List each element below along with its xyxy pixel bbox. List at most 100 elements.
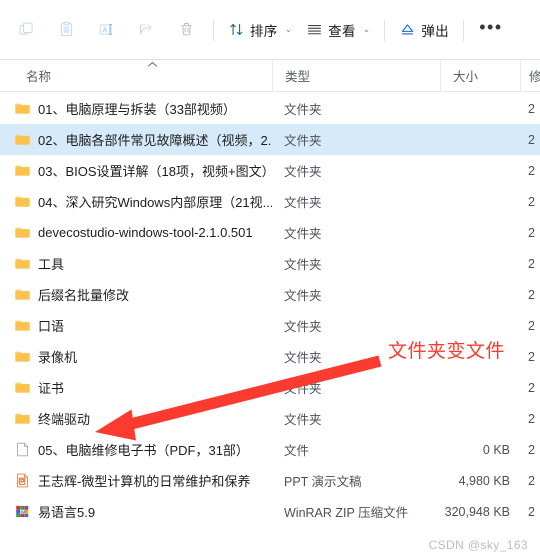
file-name-label: 04、深入研究Windows内部原理（21视... — [38, 195, 272, 210]
file-type-cell: PPT 演示文稿 — [284, 475, 362, 489]
folder-icon — [14, 100, 31, 117]
file-size-cell: 320,948 KB — [444, 504, 510, 519]
file-name-label: 王志辉-微型计算机的日常维护和保养 — [38, 474, 251, 489]
delete-button[interactable] — [166, 13, 206, 47]
chevron-down-icon: ⌄ — [284, 24, 293, 34]
table-row[interactable]: 后缀名批量修改 文件夹 2 — [0, 279, 540, 310]
ppt-icon — [14, 472, 31, 489]
file-name-cell[interactable]: 01、电脑原理与拆装（33部视频） — [0, 99, 272, 118]
file-name-label: 03、BIOS设置详解（18项，视频+图文） — [38, 164, 272, 179]
file-name-cell[interactable]: W 易语言5.9 — [0, 502, 272, 521]
file-icon — [14, 441, 31, 458]
file-date-cell: 2 — [528, 287, 535, 302]
copy-button[interactable] — [6, 13, 46, 47]
file-name-label: 口语 — [38, 319, 65, 334]
table-row[interactable]: W 易语言5.9 WinRAR ZIP 压缩文件 320,948 KB 2 — [0, 496, 540, 527]
file-type-cell: WinRAR ZIP 压缩文件 — [284, 506, 409, 520]
folder-icon — [14, 317, 31, 334]
rename-icon: A — [98, 21, 115, 38]
trash-icon — [178, 21, 195, 38]
table-row[interactable]: 04、深入研究Windows内部原理（21视... 文件夹 2 — [0, 186, 540, 217]
file-type-cell: 文件夹 — [284, 289, 322, 303]
file-name-cell[interactable]: 王志辉-微型计算机的日常维护和保养 — [0, 471, 272, 490]
file-name-label: 录像机 — [38, 350, 78, 365]
file-type-cell: 文件夹 — [284, 196, 322, 210]
file-explorer-window: A 排序 ⌄ 查看 ⌄ 弹出 ••• 名称 类型 大小 01、电脑原理与拆装（3… — [0, 0, 540, 558]
file-type-cell: 文件夹 — [284, 134, 322, 148]
table-row[interactable]: 01、电脑原理与拆装（33部视频） 文件夹 2 — [0, 93, 540, 124]
table-row[interactable]: 05、电脑维修电子书（PDF，31部） 文件 0 KB 2 — [0, 434, 540, 465]
column-header-size-label: 大小 — [453, 70, 479, 84]
paste-icon — [58, 21, 75, 38]
table-row[interactable]: 口语 文件夹 2 — [0, 310, 540, 341]
file-list[interactable]: 01、电脑原理与拆装（33部视频） 文件夹 2 02、电脑各部件常见故障概述（视频，2… — [0, 93, 540, 558]
file-name-cell[interactable]: devecostudio-windows-tool-2.1.0.501 — [0, 224, 272, 241]
eject-button[interactable]: 弹出 — [392, 13, 456, 47]
file-type-cell: 文件夹 — [284, 258, 322, 272]
file-date-cell: 2 — [528, 194, 535, 209]
file-name-cell[interactable]: 03、BIOS设置详解（18项，视频+图文） — [0, 161, 272, 180]
ellipsis-icon: ••• — [479, 16, 503, 37]
table-row[interactable]: devecostudio-windows-tool-2.1.0.501 文件夹 2 — [0, 217, 540, 248]
column-header-size[interactable]: 大小 — [440, 60, 520, 91]
file-name-cell[interactable]: 工具 — [0, 254, 272, 273]
file-date-cell: 2 — [528, 504, 535, 519]
table-row[interactable]: 录像机 文件夹 2 — [0, 341, 540, 372]
file-type-cell: 文件夹 — [284, 320, 322, 334]
file-name-cell[interactable]: 证书 — [0, 378, 272, 397]
table-row[interactable]: 03、BIOS设置详解（18项，视频+图文） 文件夹 2 — [0, 155, 540, 186]
file-name-label: devecostudio-windows-tool-2.1.0.501 — [38, 225, 253, 240]
folder-icon — [14, 286, 31, 303]
file-date-cell: 2 — [528, 318, 535, 333]
file-date-cell: 2 — [528, 473, 535, 488]
file-name-cell[interactable]: 04、深入研究Windows内部原理（21视... — [0, 192, 272, 211]
column-header-name[interactable]: 名称 — [0, 60, 272, 91]
file-date-cell: 2 — [528, 380, 535, 395]
rename-button[interactable]: A — [86, 13, 126, 47]
file-date-cell: 2 — [528, 411, 535, 426]
file-size-cell: 4,980 KB — [458, 473, 510, 488]
sort-button[interactable]: 排序 ⌄ — [221, 13, 299, 47]
file-name-label: 02、电脑各部件常见故障概述（视频，2... — [38, 133, 272, 148]
table-row[interactable]: 工具 文件夹 2 — [0, 248, 540, 279]
file-name-cell[interactable]: 05、电脑维修电子书（PDF，31部） — [0, 440, 272, 459]
more-button[interactable]: ••• — [471, 13, 511, 47]
sort-button-label: 排序 — [250, 23, 278, 39]
file-type-cell: 文件 — [284, 444, 310, 458]
table-row[interactable]: 终端驱动 文件夹 2 — [0, 403, 540, 434]
folder-icon — [14, 224, 31, 241]
column-header-bottom-divider — [0, 91, 540, 92]
file-name-cell[interactable]: 02、电脑各部件常见故障概述（视频，2... — [0, 130, 272, 149]
file-date-cell: 2 — [528, 163, 535, 178]
file-date-cell: 2 — [528, 132, 535, 147]
column-header-date[interactable]: 修 — [520, 60, 540, 91]
file-name-cell[interactable]: 后缀名批量修改 — [0, 285, 272, 304]
watermark: CSDN @sky_163 — [428, 538, 528, 552]
copy-icon — [18, 21, 35, 38]
toolbar-separator-1 — [213, 18, 214, 41]
file-name-cell[interactable]: 终端驱动 — [0, 409, 272, 428]
file-name-cell[interactable]: 口语 — [0, 316, 272, 335]
table-row[interactable]: 王志辉-微型计算机的日常维护和保养 PPT 演示文稿 4,980 KB 2 — [0, 465, 540, 496]
view-button[interactable]: 查看 ⌄ — [299, 13, 377, 47]
file-size-cell: 0 KB — [482, 442, 510, 457]
table-row[interactable]: 02、电脑各部件常见故障概述（视频，2... 文件夹 2 — [0, 124, 540, 155]
file-name-cell[interactable]: 录像机 — [0, 347, 272, 366]
share-button[interactable] — [126, 13, 166, 47]
svg-text:A: A — [102, 25, 108, 34]
paste-button[interactable] — [46, 13, 86, 47]
file-name-label: 终端驱动 — [38, 412, 91, 427]
file-date-cell: 2 — [528, 256, 535, 271]
file-date-cell: 2 — [528, 225, 535, 240]
column-header-name-label: 名称 — [26, 70, 52, 84]
sort-icon — [228, 21, 245, 38]
toolbar-separator-2 — [384, 18, 386, 41]
file-name-label: 工具 — [38, 257, 65, 272]
file-type-cell: 文件夹 — [284, 103, 322, 117]
file-name-label: 证书 — [38, 381, 65, 396]
table-row[interactable]: 证书 文件夹 2 — [0, 372, 540, 403]
column-header-type[interactable]: 类型 — [272, 60, 440, 91]
view-icon — [306, 21, 323, 38]
file-type-cell: 文件夹 — [284, 165, 322, 179]
file-date-cell: 2 — [528, 349, 535, 364]
